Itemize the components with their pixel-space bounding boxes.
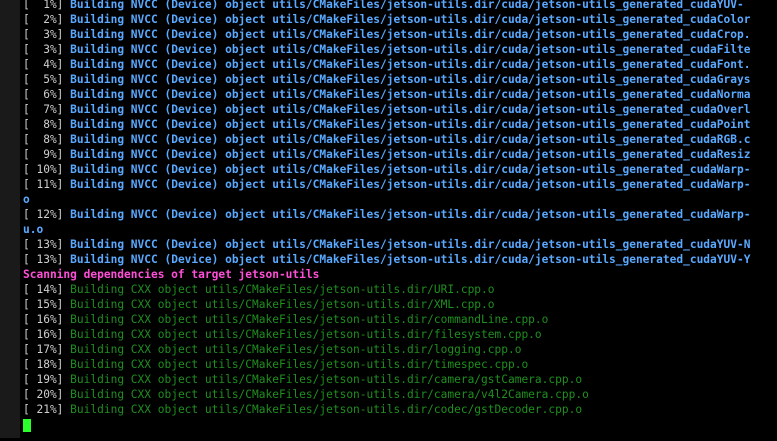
terminal-window[interactable]: [ 1%] Building NVCC (Device) object util… [0,0,777,441]
terminal-line-wrap: u.o [23,223,44,236]
terminal-output: [ 1%] Building NVCC (Device) object util… [23,0,777,432]
terminal-line-wrap: o [23,193,30,206]
terminal-line: [ 15%] Building CXX object utils/CMakeFi… [23,298,495,311]
terminal-line: [ 4%] Building NVCC (Device) object util… [23,58,751,71]
terminal-line: [ 16%] Building CXX object utils/CMakeFi… [23,313,549,326]
terminal-line: [ 3%] Building NVCC (Device) object util… [23,43,751,56]
terminal-line: [ 7%] Building NVCC (Device) object util… [23,103,751,116]
terminal-line: [ 21%] Building CXX object utils/CMakeFi… [23,403,583,416]
terminal-line: [ 17%] Building CXX object utils/CMakeFi… [23,343,522,356]
terminal-line: [ 6%] Building NVCC (Device) object util… [23,88,751,101]
terminal-line: [ 16%] Building CXX object utils/CMakeFi… [23,328,542,341]
terminal-cursor [23,418,31,432]
terminal-line: [ 8%] Building NVCC (Device) object util… [23,118,751,131]
terminal-prompt-line[interactable] [23,417,777,432]
terminal-line: [ 8%] Building NVCC (Device) object util… [23,133,751,146]
terminal-left-gutter [0,0,20,438]
terminal-line: [ 2%] Building NVCC (Device) object util… [23,13,751,26]
terminal-line: [ 18%] Building CXX object utils/CMakeFi… [23,358,529,371]
terminal-line: [ 10%] Building NVCC (Device) object uti… [23,163,751,176]
terminal-line: [ 12%] Building NVCC (Device) object uti… [23,208,751,221]
terminal-line-scan: Scanning dependencies of target jetson-u… [23,268,320,281]
terminal-line: [ 19%] Building CXX object utils/CMakeFi… [23,373,583,386]
terminal-line: [ 11%] Building NVCC (Device) object uti… [23,178,751,191]
terminal-line: [ 3%] Building NVCC (Device) object util… [23,28,751,41]
terminal-line: [ 1%] Building NVCC (Device) object util… [23,0,744,11]
terminal-line: [ 20%] Building CXX object utils/CMakeFi… [23,388,589,401]
terminal-line: [ 13%] Building NVCC (Device) object uti… [23,253,751,266]
terminal-line: [ 9%] Building NVCC (Device) object util… [23,148,751,161]
terminal-line: [ 14%] Building CXX object utils/CMakeFi… [23,283,495,296]
terminal-line: [ 13%] Building NVCC (Device) object uti… [23,238,751,251]
terminal-line: [ 5%] Building NVCC (Device) object util… [23,73,751,86]
